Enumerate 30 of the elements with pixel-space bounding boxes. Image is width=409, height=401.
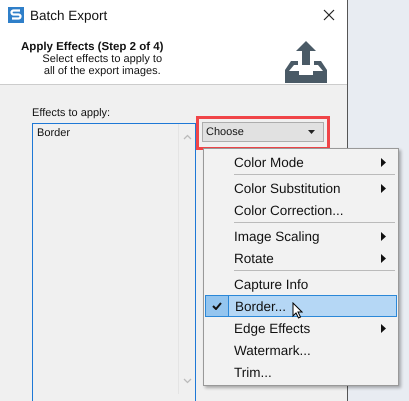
step-title: Apply Effects (Step 2 of 4) xyxy=(21,41,164,53)
caret-icon xyxy=(308,130,315,134)
app-logo-icon xyxy=(8,7,24,23)
menu-item[interactable]: Watermark... xyxy=(205,339,397,361)
submenu-arrow-icon xyxy=(381,232,386,240)
check-icon xyxy=(212,302,222,310)
submenu-arrow-icon xyxy=(381,184,386,192)
menu-item[interactable]: Color Mode xyxy=(205,151,397,177)
menu-item[interactable]: Color Correction... xyxy=(205,199,397,225)
submenu-arrow-icon xyxy=(381,158,386,166)
step-description: Select effects to apply to all of the export images. xyxy=(42,53,162,77)
export-tray-icon xyxy=(285,41,327,83)
mouse-cursor-icon xyxy=(292,302,303,319)
list-item[interactable]: Border xyxy=(37,127,174,139)
scroll-down-icon[interactable] xyxy=(182,378,192,384)
scroll-up-icon[interactable] xyxy=(182,134,192,140)
menu-item[interactable]: Capture Info xyxy=(205,273,397,295)
menu-item[interactable]: Edge Effects xyxy=(205,317,397,339)
effects-label: Effects to apply: xyxy=(32,107,112,119)
effects-list[interactable]: Border xyxy=(32,123,196,401)
close-icon[interactable] xyxy=(323,9,335,21)
menu-item[interactable]: Color Substitution xyxy=(205,177,397,199)
effect-dropdown[interactable]: Choose xyxy=(202,122,324,142)
menu-item[interactable]: Trim... xyxy=(205,361,397,383)
submenu-arrow-icon xyxy=(381,254,386,262)
menu-item[interactable]: Rotate xyxy=(205,247,397,273)
menu-item[interactable]: Image Scaling xyxy=(205,225,397,247)
submenu-arrow-icon xyxy=(381,324,386,332)
menu-item[interactable]: Border... xyxy=(205,295,397,317)
window-title: Batch Export xyxy=(30,8,108,22)
